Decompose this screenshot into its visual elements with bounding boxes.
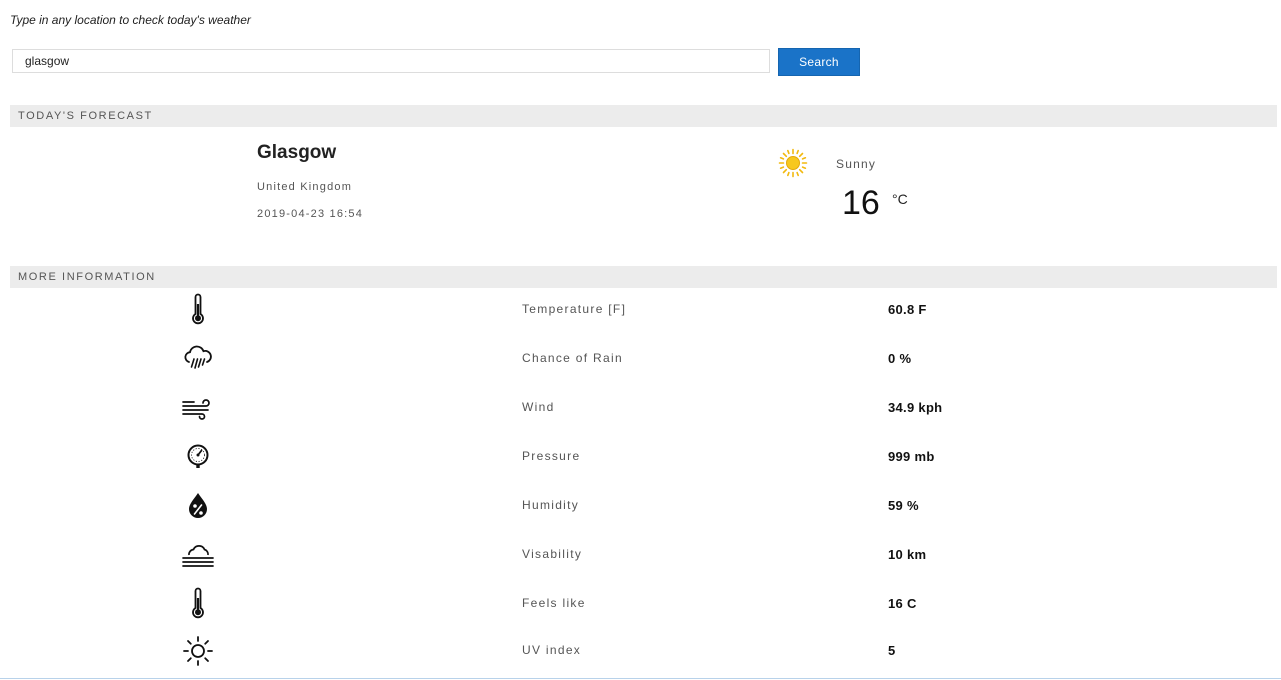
info-value: 60.8 F [888,302,927,317]
info-row-uv-index: UV index 5 [10,630,1277,679]
info-label: Wind [522,400,555,414]
info-value: 999 mb [888,449,935,464]
sun-icon [778,148,808,178]
pressure-gauge-icon [187,444,209,468]
info-label: Temperature [F] [522,302,627,316]
wind-icon [182,399,210,420]
weather-page: Type in any location to check today's we… [0,0,1281,680]
page-bottom-border [0,678,1281,679]
info-row-pressure: Pressure 999 mb [10,436,1277,485]
info-label: Visability [522,547,583,561]
location-search-input[interactable] [12,49,770,73]
fog-icon [182,545,214,567]
city-name: Glasgow [257,142,337,163]
more-information-header: MORE INFORMATION [10,266,1277,288]
forecast-datetime: 2019-04-23 16:54 [257,208,364,220]
weather-condition: Sunny [836,157,877,171]
info-row-wind: Wind 34.9 kph [10,387,1277,436]
search-hint: Type in any location to check today's we… [10,13,251,27]
humidity-icon [189,493,207,518]
temperature-unit: °C [892,191,908,207]
info-label: Pressure [522,449,581,463]
country-name: United Kingdom [257,181,353,193]
info-label: UV index [522,643,582,657]
info-value: 10 km [888,547,927,562]
current-temperature: 16 [842,184,880,222]
info-row-humidity: Humidity 59 % [10,485,1277,534]
rain-cloud-icon [184,345,212,369]
info-label: Feels like [522,596,586,610]
thermometer-icon [192,587,204,619]
info-value: 16 C [888,596,917,611]
search-button[interactable]: Search [778,48,860,76]
info-value: 5 [888,643,896,658]
info-value: 59 % [888,498,919,513]
info-value: 0 % [888,351,912,366]
todays-forecast-header: TODAY'S FORECAST [10,105,1277,127]
info-row-temperature-f: Temperature [F] 60.8 F [10,289,1277,338]
info-row-chance-of-rain: Chance of Rain 0 % [10,338,1277,387]
info-label: Humidity [522,498,580,512]
thermometer-icon [192,293,204,325]
info-label: Chance of Rain [522,351,623,365]
info-row-visibility: Visability 10 km [10,534,1277,583]
info-row-feels-like: Feels like 16 C [10,583,1277,632]
info-value: 34.9 kph [888,400,943,415]
uv-sun-icon [183,636,213,666]
